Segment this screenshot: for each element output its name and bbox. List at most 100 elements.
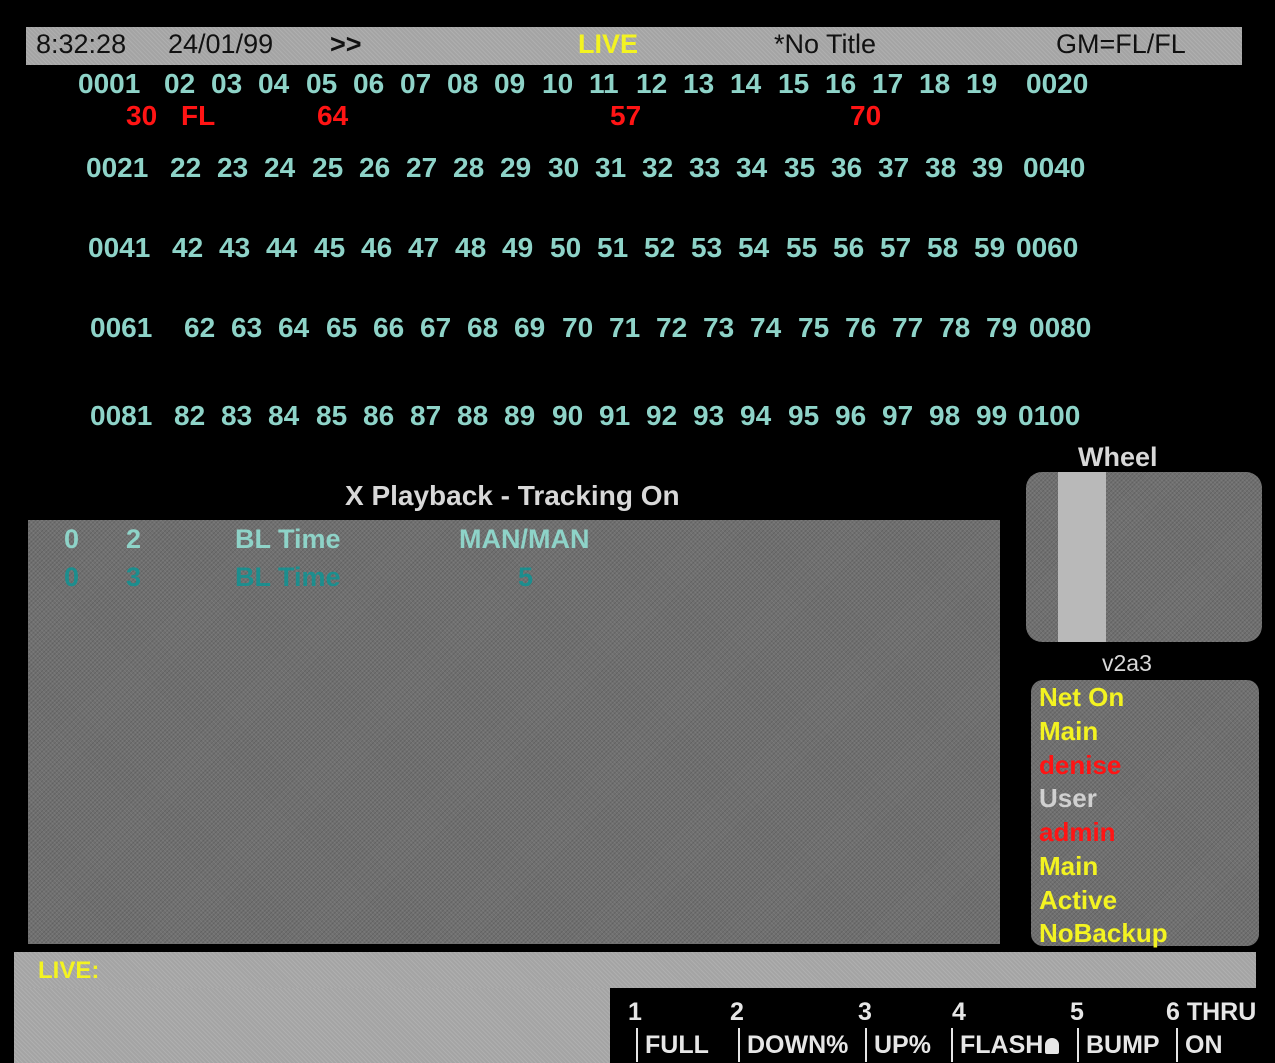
- channel-number[interactable]: 14: [730, 68, 761, 100]
- channel-number[interactable]: 66: [373, 312, 404, 344]
- channel-number[interactable]: 82: [174, 400, 205, 432]
- channel-number[interactable]: 90: [552, 400, 583, 432]
- channel-number[interactable]: 46: [361, 232, 392, 264]
- channel-number[interactable]: 69: [514, 312, 545, 344]
- channel-number[interactable]: 57: [880, 232, 911, 264]
- softkey-up[interactable]: UP%: [865, 1028, 931, 1062]
- channel-number[interactable]: 39: [972, 152, 1003, 184]
- channel-number[interactable]: 04: [258, 68, 289, 100]
- channel-number[interactable]: 64: [278, 312, 309, 344]
- channel-number[interactable]: 67: [420, 312, 451, 344]
- channel-number[interactable]: 35: [784, 152, 815, 184]
- channel-number[interactable]: 0020: [1026, 68, 1088, 100]
- channel-number[interactable]: 92: [646, 400, 677, 432]
- channel-number[interactable]: 27: [406, 152, 437, 184]
- channel-number[interactable]: 16: [825, 68, 856, 100]
- channel-number[interactable]: 47: [408, 232, 439, 264]
- channel-number[interactable]: 17: [872, 68, 903, 100]
- channel-number[interactable]: 54: [738, 232, 769, 264]
- command-line[interactable]: LIVE:: [14, 952, 1256, 988]
- channel-number[interactable]: 93: [693, 400, 724, 432]
- channel-number[interactable]: 42: [172, 232, 203, 264]
- channel-number[interactable]: 05: [306, 68, 337, 100]
- channel-number[interactable]: 26: [359, 152, 390, 184]
- channel-number[interactable]: 37: [878, 152, 909, 184]
- channel-number[interactable]: 0040: [1023, 152, 1085, 184]
- channel-number[interactable]: 32: [642, 152, 673, 184]
- channel-number[interactable]: 74: [750, 312, 781, 344]
- channel-number[interactable]: 99: [976, 400, 1007, 432]
- channel-number[interactable]: 77: [892, 312, 923, 344]
- channel-number[interactable]: 29: [500, 152, 531, 184]
- channel-number[interactable]: 53: [691, 232, 722, 264]
- channel-number[interactable]: 78: [939, 312, 970, 344]
- channel-number[interactable]: 09: [494, 68, 525, 100]
- channel-number[interactable]: 85: [316, 400, 347, 432]
- channel-number[interactable]: 44: [266, 232, 297, 264]
- softkey-bump[interactable]: BUMP: [1077, 1028, 1160, 1062]
- channel-number[interactable]: 0100: [1018, 400, 1080, 432]
- channel-number[interactable]: 97: [882, 400, 913, 432]
- channel-number[interactable]: 25: [312, 152, 343, 184]
- softkey-flash[interactable]: FLASH: [951, 1028, 1060, 1062]
- channel-number[interactable]: 34: [736, 152, 767, 184]
- channel-number[interactable]: 83: [221, 400, 252, 432]
- channel-number[interactable]: 15: [778, 68, 809, 100]
- channel-number[interactable]: 02: [164, 68, 195, 100]
- channel-number[interactable]: 62: [184, 312, 215, 344]
- channel-number[interactable]: 13: [683, 68, 714, 100]
- channel-number[interactable]: 30: [548, 152, 579, 184]
- channel-number[interactable]: 0060: [1016, 232, 1078, 264]
- channel-number[interactable]: 38: [925, 152, 956, 184]
- channel-number[interactable]: 10: [542, 68, 573, 100]
- channel-number[interactable]: 45: [314, 232, 345, 264]
- channel-number[interactable]: 68: [467, 312, 498, 344]
- channel-number[interactable]: 96: [835, 400, 866, 432]
- channel-number[interactable]: 11: [589, 68, 619, 100]
- channel-number[interactable]: 03: [211, 68, 242, 100]
- channel-number[interactable]: 50: [550, 232, 581, 264]
- channel-number[interactable]: 43: [219, 232, 250, 264]
- channel-number[interactable]: 76: [845, 312, 876, 344]
- channel-number[interactable]: 51: [597, 232, 628, 264]
- channel-number[interactable]: 89: [504, 400, 535, 432]
- channel-number[interactable]: 0021: [86, 152, 148, 184]
- channel-number[interactable]: 0001: [78, 68, 140, 100]
- channel-number[interactable]: 0041: [88, 232, 150, 264]
- channel-number[interactable]: 0061: [90, 312, 152, 344]
- channel-number[interactable]: 36: [831, 152, 862, 184]
- channel-number[interactable]: 95: [788, 400, 819, 432]
- channel-number[interactable]: 70: [562, 312, 593, 344]
- channel-number[interactable]: 55: [786, 232, 817, 264]
- channel-number[interactable]: 73: [703, 312, 734, 344]
- channel-number[interactable]: 48: [455, 232, 486, 264]
- channel-number[interactable]: 23: [217, 152, 248, 184]
- channel-number[interactable]: 59: [974, 232, 1005, 264]
- channel-number[interactable]: 06: [353, 68, 384, 100]
- channel-number[interactable]: 75: [798, 312, 829, 344]
- channel-number[interactable]: 22: [170, 152, 201, 184]
- wheel-panel[interactable]: [1026, 472, 1262, 642]
- channel-number[interactable]: 33: [689, 152, 720, 184]
- channel-number[interactable]: 49: [502, 232, 533, 264]
- channel-number[interactable]: 72: [656, 312, 687, 344]
- channel-number[interactable]: 71: [609, 312, 640, 344]
- channel-number[interactable]: 84: [268, 400, 299, 432]
- channel-number[interactable]: 12: [636, 68, 667, 100]
- softkey-down[interactable]: DOWN%: [738, 1028, 848, 1062]
- softkey-full[interactable]: FULL: [636, 1028, 709, 1062]
- channel-number[interactable]: 86: [363, 400, 394, 432]
- channel-number[interactable]: 19: [966, 68, 997, 100]
- channel-number[interactable]: 56: [833, 232, 864, 264]
- channel-number[interactable]: 28: [453, 152, 484, 184]
- channel-number[interactable]: 98: [929, 400, 960, 432]
- channel-number[interactable]: 94: [740, 400, 771, 432]
- channel-number[interactable]: 52: [644, 232, 675, 264]
- channel-number[interactable]: 79: [986, 312, 1017, 344]
- channel-number[interactable]: 91: [599, 400, 630, 432]
- channel-number[interactable]: 24: [264, 152, 295, 184]
- channel-number[interactable]: 18: [919, 68, 950, 100]
- channel-number[interactable]: 08: [447, 68, 478, 100]
- channel-number[interactable]: 58: [927, 232, 958, 264]
- channel-number[interactable]: 65: [326, 312, 357, 344]
